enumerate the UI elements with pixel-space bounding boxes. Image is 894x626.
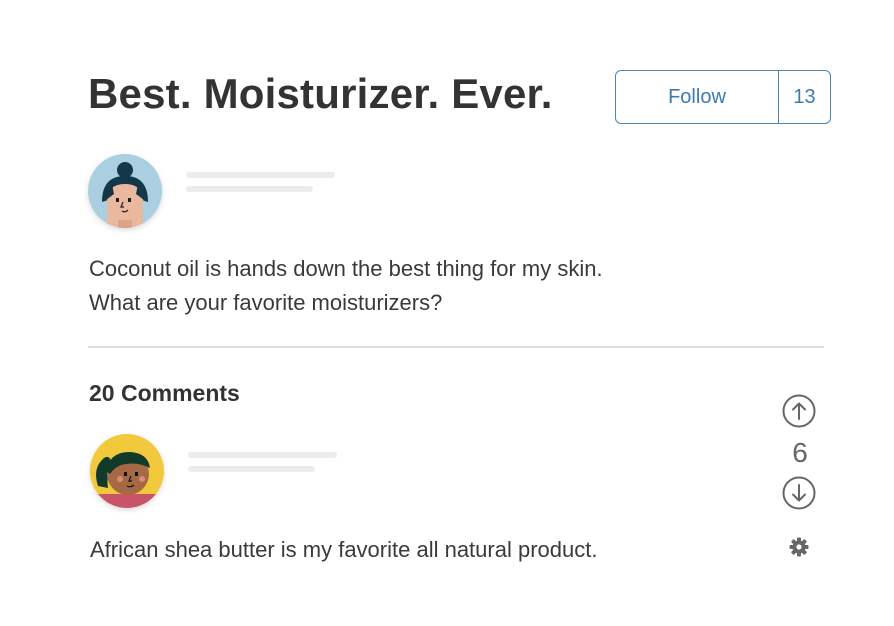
commenter-name-placeholder [188, 452, 337, 458]
arrow-down-circle-icon [782, 476, 816, 510]
comment-text: African shea butter is my favorite all n… [90, 537, 598, 562]
follow-group: Follow 13 [615, 70, 831, 124]
comments-heading: 20 Comments [89, 380, 240, 406]
comment-author-avatar[interactable] [90, 434, 164, 508]
author-name-placeholder [186, 172, 335, 178]
follower-count: 13 [793, 85, 816, 108]
arrow-up-circle-icon [782, 394, 816, 428]
comment-settings-button[interactable] [788, 536, 810, 558]
post-body-line: Coconut oil is hands down the best thing… [89, 256, 603, 281]
avatar-illustration [90, 434, 164, 508]
downvote-button[interactable] [782, 476, 816, 510]
post-body-line: What are your favorite moisturizers? [89, 290, 443, 315]
vote-count: 6 [792, 437, 808, 468]
follow-button[interactable]: Follow [616, 71, 779, 123]
gear-icon [789, 537, 809, 557]
avatar-illustration [88, 154, 162, 228]
post-body: Coconut oil is hands down the best thing… [89, 252, 789, 320]
upvote-button[interactable] [782, 394, 816, 428]
commenter-meta-placeholder [188, 466, 315, 472]
author-meta-placeholder [186, 186, 313, 192]
post-author-avatar[interactable] [88, 154, 162, 228]
post-title: Best. Moisturizer. Ever. [88, 70, 553, 117]
divider [88, 346, 824, 348]
